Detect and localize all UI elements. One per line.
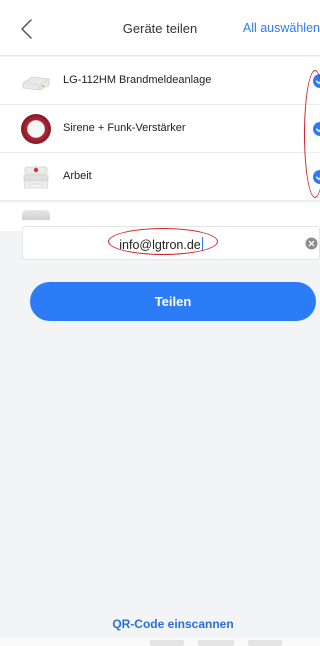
nav-handle	[248, 640, 282, 646]
qr-scan-link[interactable]: QR-Code einscannen	[0, 617, 320, 631]
siren-device-icon	[21, 114, 51, 144]
device-list: LG-112HM Brandmeldeanlage Sirene + Funk-…	[0, 57, 320, 201]
share-button[interactable]: Teilen	[30, 282, 316, 321]
check-circle-icon[interactable]	[313, 74, 320, 88]
gateway-device-icon	[22, 76, 50, 91]
select-all-link[interactable]: All auswählen	[243, 21, 320, 35]
email-value: info@lgtron.de	[119, 238, 201, 252]
email-field[interactable]: info@lgtron.de	[22, 226, 320, 260]
device-row[interactable]: Arbeit	[0, 153, 320, 201]
check-circle-icon[interactable]	[313, 170, 320, 184]
clear-icon[interactable]	[305, 237, 318, 250]
nav-handle	[150, 640, 184, 646]
header-bar: Geräte teilen All auswählen	[0, 0, 320, 56]
smoke-detector-icon	[23, 166, 49, 189]
device-row[interactable]: Sirene + Funk-Verstärker	[0, 105, 320, 153]
device-name: Sirene + Funk-Verstärker	[63, 122, 186, 134]
bottom-bar	[0, 638, 320, 646]
text-caret	[201, 237, 203, 251]
device-thumbnail	[22, 210, 50, 220]
device-row[interactable]: LG-112HM Brandmeldeanlage	[0, 57, 320, 105]
nav-handle	[198, 640, 234, 646]
device-name: Arbeit	[63, 170, 92, 182]
device-name: LG-112HM Brandmeldeanlage	[63, 74, 212, 86]
check-circle-icon[interactable]	[313, 122, 320, 136]
